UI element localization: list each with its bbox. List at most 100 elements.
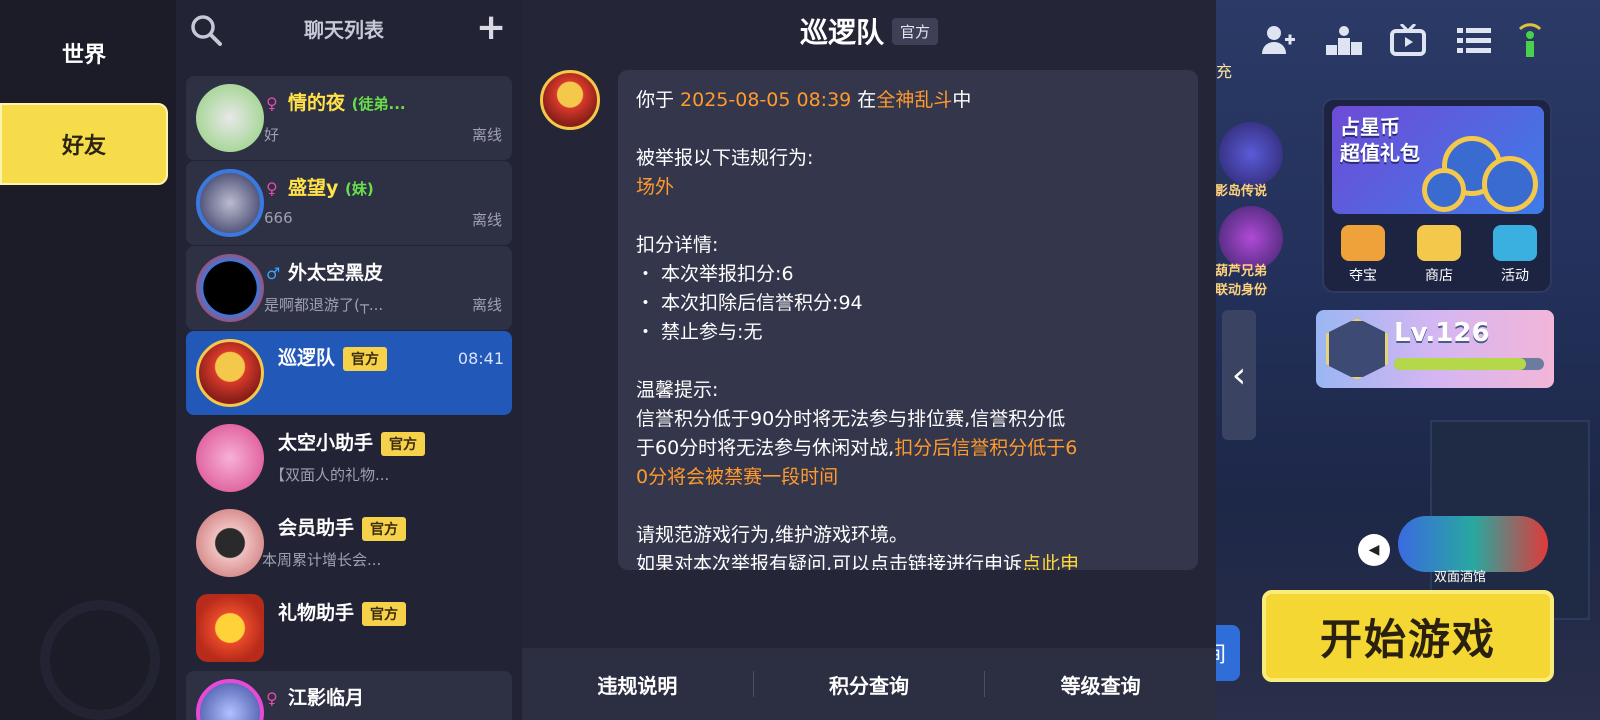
coin-icon: [1482, 156, 1538, 212]
tab-friends[interactable]: 好友: [0, 103, 168, 185]
promo-title: 占星币 超值礼包: [1340, 115, 1420, 165]
decorative-emblem: [40, 600, 160, 720]
message-time: 08:41: [457, 349, 504, 368]
contact-name: 太空小助手 官方: [278, 428, 426, 456]
contact-name: ♀ 情的夜 (徒弟...: [266, 92, 406, 114]
mode-icon: [1398, 516, 1548, 572]
message-line: ・ 本次扣除后信誉积分:94: [636, 292, 863, 314]
message-line: 被举报以下违规行为:: [636, 147, 814, 169]
contact-name: 巡逻队 官方: [278, 343, 388, 371]
chat-list-item-selected[interactable]: 巡逻队 官方 08:41: [186, 331, 512, 415]
avatar: [196, 424, 264, 492]
avatar: [196, 509, 264, 577]
sender-avatar[interactable]: [540, 70, 600, 130]
shop-button[interactable]: 商店: [1406, 225, 1472, 287]
avatar: [196, 679, 264, 720]
chat-panel: 巡逻队 官方 你于 2025-08-05 08:39 在全神乱斗中 被举报以下违…: [522, 0, 1216, 720]
chat-list-panel: 聊天列表 + ♀ 情的夜 (徒弟... 好 离线 ♀ 盛望y (妹) 666 离线 …: [176, 0, 522, 720]
gift-icon: [196, 594, 264, 662]
activity-button[interactable]: 活动: [1482, 225, 1548, 287]
contact-name: ♂ 外太空黑皮: [266, 262, 384, 284]
appeal-link[interactable]: 点此申: [1022, 553, 1079, 570]
category-tabs: 世界 好友: [0, 0, 176, 720]
message-line: ・ 本次举报扣分:6: [636, 263, 794, 285]
level-progress-fill: [1394, 358, 1526, 370]
violation-type: 场外: [636, 176, 675, 198]
chat-list-item[interactable]: ♀ 情的夜 (徒弟... 好 离线: [186, 76, 512, 160]
screen: 首充 占星币 超值礼包 夺宝 商店 活动 影岛传说 葫芦兄弟 联动身份 Lv.1…: [0, 0, 1600, 720]
event-gourd-brothers[interactable]: 葫芦兄弟 联动身份: [1215, 206, 1283, 298]
search-icon[interactable]: [190, 14, 222, 46]
status-label: 离线: [471, 296, 502, 314]
message-line: 0分将会被禁赛一段时间: [636, 466, 839, 488]
chat-list-title: 聊天列表: [304, 18, 384, 42]
contact-name: 礼物助手 官方: [278, 598, 407, 626]
message-line: 你于 2025-08-05 08:39 在全神乱斗中: [636, 89, 972, 111]
chat-list-item[interactable]: 太空小助手 官方 【双面人的礼物...: [186, 416, 512, 500]
chat-list-item[interactable]: 会员助手 官方 本周累计增长会...: [186, 501, 512, 585]
avatar: [196, 254, 264, 322]
status-label: 离线: [471, 126, 502, 144]
score-query-button[interactable]: 积分查询: [754, 670, 985, 699]
mode-prev-arrow-icon[interactable]: ◀: [1358, 534, 1390, 566]
event-shadow-island[interactable]: 影岛传说: [1215, 122, 1283, 199]
message-line: ・ 禁止参与:无: [636, 321, 763, 343]
level-progress-track: [1394, 358, 1544, 370]
message-preview: 【双面人的礼物...: [270, 466, 390, 484]
message-bubble: 你于 2025-08-05 08:39 在全神乱斗中 被举报以下违规行为: 场外…: [618, 70, 1198, 570]
chat-title: 巡逻队: [799, 16, 884, 49]
message-preview: 666: [264, 209, 293, 227]
activity-icon: [1493, 225, 1537, 261]
avatar: [196, 339, 264, 407]
shop-icon: [1417, 225, 1461, 261]
coin-icon: [1422, 168, 1466, 212]
level-panel[interactable]: Lv.126: [1316, 310, 1554, 388]
contact-name: 会员助手 官方: [278, 513, 407, 541]
add-friend-icon[interactable]: [1256, 18, 1300, 62]
official-badge: 官方: [362, 601, 407, 626]
rank-badge-icon: [1326, 318, 1388, 380]
chat-header: 巡逻队 官方: [522, 0, 1216, 62]
message-line: 请规范游戏行为,维护游戏环境。: [636, 524, 909, 546]
promo-banner[interactable]: 占星币 超值礼包: [1332, 106, 1544, 214]
avatar: [196, 84, 264, 152]
contact-name: ♀ 江影临月: [266, 687, 365, 709]
official-badge: 官方: [362, 516, 407, 541]
tab-world[interactable]: 世界: [0, 12, 168, 94]
treasure-icon: [1341, 225, 1385, 261]
official-badge: 官方: [381, 431, 426, 456]
avatar: [196, 169, 264, 237]
treasure-button[interactable]: 夺宝: [1330, 225, 1396, 287]
event-icon: [1219, 122, 1283, 186]
chat-list-item[interactable]: ♀ 盛望y (妹) 666 离线: [186, 161, 512, 245]
ranking-icon[interactable]: [1322, 18, 1366, 62]
message-preview: 是啊都退游了(┬...: [264, 296, 384, 314]
chat-list-item[interactable]: ♀ 江影临月: [186, 671, 512, 720]
collapse-chevron-icon[interactable]: ‹: [1222, 310, 1256, 440]
level-text: Lv.126: [1394, 318, 1490, 348]
message-line: 如果对本次举报有疑问,可以点击链接进行申诉点此申: [636, 550, 1180, 570]
chat-list-item[interactable]: 礼物助手 官方: [186, 586, 512, 670]
message-line: 温馨提示:: [636, 379, 719, 401]
violation-info-button[interactable]: 违规说明: [522, 670, 753, 699]
level-query-button[interactable]: 等级查询: [985, 670, 1216, 699]
promo-panel: 占星币 超值礼包 夺宝 商店 活动: [1322, 98, 1552, 293]
menu-list-icon[interactable]: [1452, 18, 1496, 62]
mode-double-tavern[interactable]: 双面酒馆: [1398, 516, 1548, 585]
message-preview: 好: [264, 126, 280, 144]
official-badge: 官方: [892, 17, 939, 45]
message-line: 信誉积分低于90分时将无法参与排位赛,信誉积分低: [636, 408, 1066, 430]
tv-icon[interactable]: [1386, 18, 1430, 62]
chat-footer: 违规说明 积分查询 等级查询: [522, 648, 1216, 720]
message-line: 扣分详情:: [636, 234, 719, 256]
status-label: 离线: [471, 211, 502, 229]
start-game-button[interactable]: 开始游戏: [1262, 590, 1554, 682]
chat-list-item[interactable]: ♂ 外太空黑皮 是啊都退游了(┬... 离线: [186, 246, 512, 330]
chat-list-header: 聊天列表 +: [176, 0, 522, 60]
official-badge: 官方: [343, 346, 388, 371]
message-line: 于60分时将无法参与休闲对战,扣分后信誉积分低于6: [636, 437, 1078, 459]
add-chat-icon[interactable]: +: [476, 10, 506, 46]
top-icon-bar: [1210, 18, 1600, 68]
contact-name: ♀ 盛望y (妹): [266, 177, 374, 199]
message-preview: 本周累计增长会...: [262, 551, 382, 569]
